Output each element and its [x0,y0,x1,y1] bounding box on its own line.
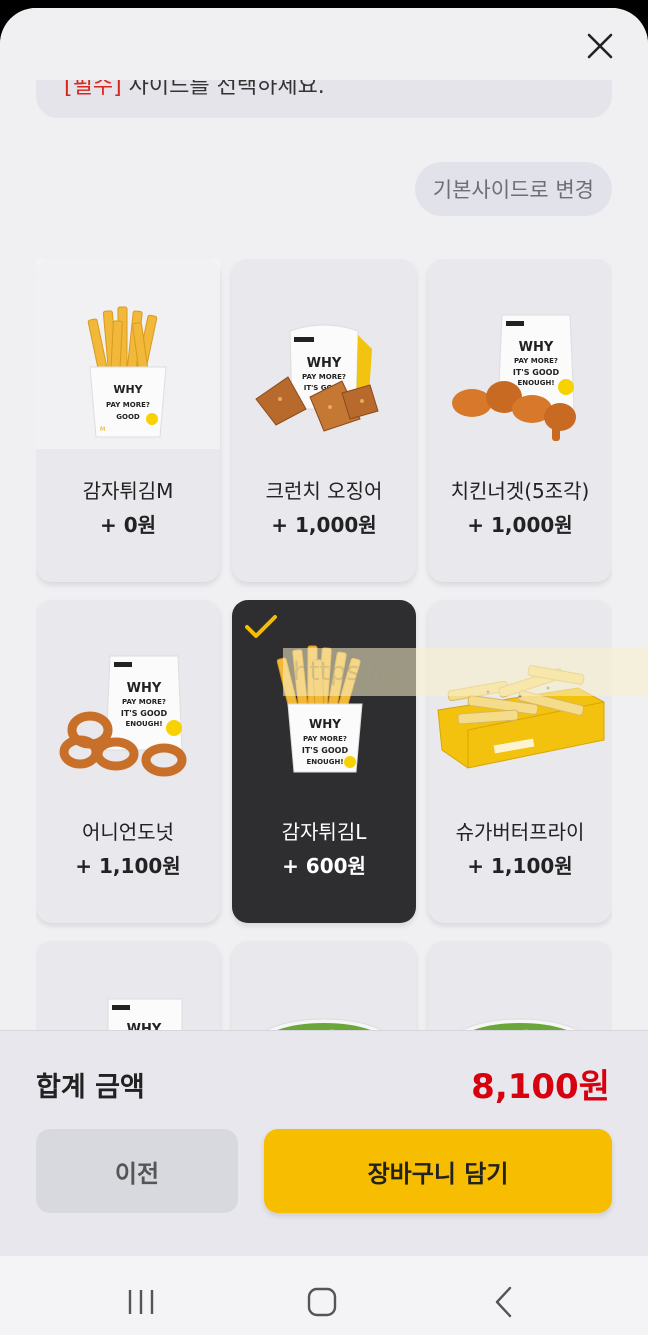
svg-text:WHY: WHY [307,356,342,371]
onion-ring-icon: WHY PAY MORE? IT'S GOOD ENOUGH! [59,655,187,777]
side-selection-sheet: [필수] 사이드를 선택하세요. 기본사이드로 변경 WHY PAY MORE?… [0,8,648,1335]
side-price: + 1,100원 [75,854,181,878]
side-name: 어니언도넛 [82,820,174,844]
side-card-more-3[interactable] [428,941,612,1032]
side-name: 감자튀김M [82,479,174,503]
back-icon[interactable] [484,1286,524,1318]
svg-text:IT'S GOOD: IT'S GOOD [513,368,560,377]
side-name: 치킨너겟(5조각) [450,479,590,503]
total-value: 8,100원 [471,1067,610,1107]
svg-text:M: M [100,426,105,433]
svg-text:PAY MORE?: PAY MORE? [106,401,150,409]
side-price: + 600원 [282,854,366,878]
side-price: + 1,000원 [467,513,573,537]
side-card-crunch-squid[interactable]: WHY PAY MORE? IT'S GOOD 크런치 오징어 + 1,000원 [232,259,416,582]
crunchy-squid-icon: WHY PAY MORE? IT'S GOOD [255,324,379,432]
side-name: 감자튀김L [281,820,367,844]
svg-text:GOOD: GOOD [116,413,140,421]
svg-text:PAY MORE?: PAY MORE? [122,698,166,706]
default-side-button[interactable]: 기본사이드로 변경 [414,162,612,216]
side-price: + 1,100원 [467,854,573,878]
salad-icon [458,1018,582,1032]
home-icon[interactable] [302,1286,342,1318]
side-box-icon: WHY [107,998,183,1032]
side-card-onion-donut[interactable]: WHY PAY MORE? IT'S GOOD ENOUGH! 어니언도넛 + … [36,600,220,923]
svg-text:IT'S GOOD: IT'S GOOD [302,746,349,755]
system-navigation-bar [0,1256,648,1335]
check-icon [245,615,277,638]
svg-text:IT'S GOOD: IT'S GOOD [121,709,168,718]
prev-button[interactable]: 이전 [36,1129,238,1213]
svg-text:PAY MORE?: PAY MORE? [514,357,558,365]
side-card-nugget[interactable]: WHY PAY MORE? IT'S GOOD ENOUGH! 치킨너겟(5조각… [428,259,612,582]
order-footer: 합계 금액 8,100원 이전 장바구니 담기 [0,1030,648,1256]
total-label: 합계 금액 [36,1072,145,1103]
add-to-cart-button[interactable]: 장바구니 담기 [264,1129,612,1213]
svg-text:WHY: WHY [519,340,554,355]
svg-text:ENOUGH!: ENOUGH! [306,758,343,766]
fries-box-icon: WHY PAY MORE? GOOD M [36,259,220,449]
close-button[interactable] [582,28,618,64]
close-icon [587,33,613,59]
side-card-more-1[interactable]: WHY [36,941,220,1032]
watermark: https://je [283,648,648,696]
svg-text:WHY: WHY [113,383,143,396]
sugar-butter-fries-icon [437,665,605,769]
svg-text:WHY: WHY [309,717,341,731]
svg-text:PAY MORE?: PAY MORE? [303,735,347,743]
side-price: + 1,000원 [271,513,377,537]
svg-text:PAY MORE?: PAY MORE? [302,373,346,381]
side-price: + 0원 [99,513,157,537]
sheet-header [0,8,648,80]
side-card-fries-m[interactable]: WHY PAY MORE? GOOD M 감자튀김M + 0원 [36,259,220,582]
svg-text:WHY: WHY [127,681,162,696]
svg-text:ENOUGH!: ENOUGH! [125,720,162,728]
svg-text:ENOUGH!: ENOUGH! [517,379,554,387]
side-name: 크런치 오징어 [265,479,383,503]
side-name: 슈가버터프라이 [455,820,585,844]
side-menu-grid: WHY PAY MORE? GOOD M 감자튀김M + 0원 WHY PAY … [36,259,612,1032]
recent-apps-icon[interactable] [122,1286,162,1318]
chicken-nugget-icon: WHY PAY MORE? IT'S GOOD ENOUGH! [452,314,576,441]
side-card-more-2[interactable] [232,941,416,1032]
salad-icon [262,1018,386,1032]
